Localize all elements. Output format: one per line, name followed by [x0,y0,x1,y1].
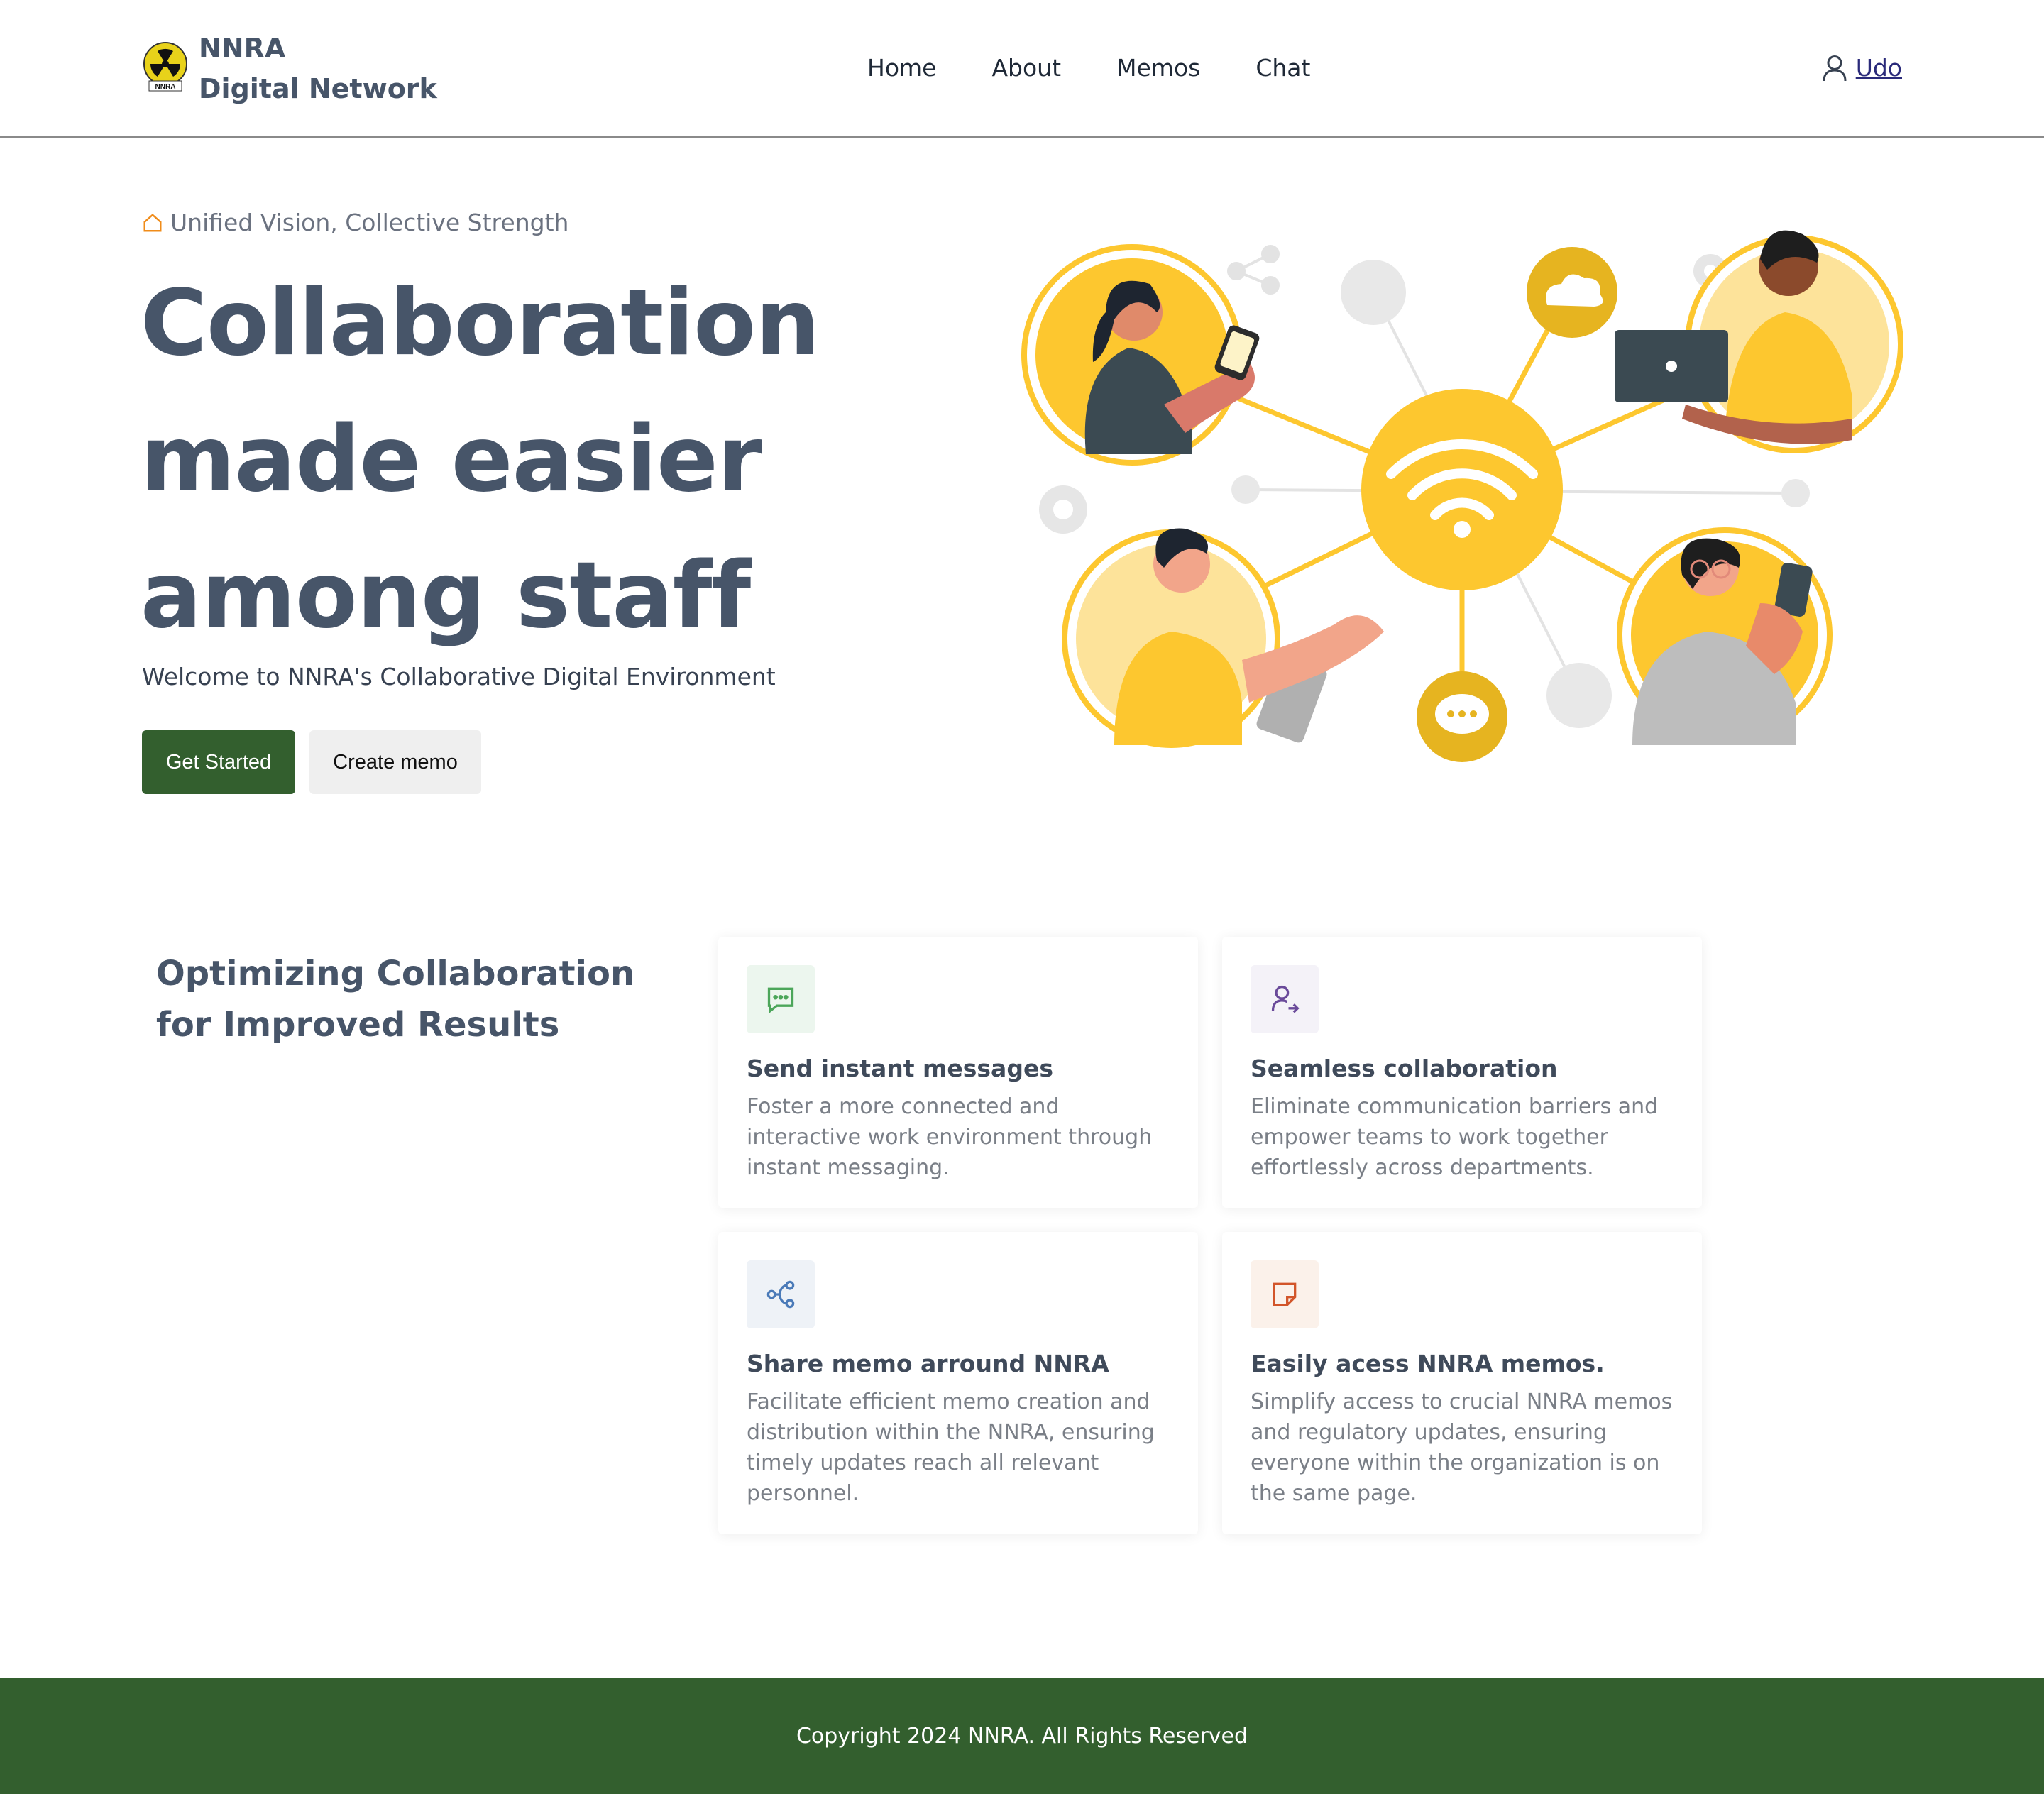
create-memo-button[interactable]: Create memo [309,730,481,794]
main-nav: Home About Memos Chat [867,51,1366,85]
welcome-text: Welcome to NNRA's Collaborative Digital … [142,663,776,690]
nav-memos[interactable]: Memos [1116,51,1200,85]
feature-description: Simplify access to crucial NNRA memos an… [1251,1389,1673,1506]
feature-description: Foster a more connected and interactive … [747,1094,1153,1180]
hero-title-line-1: Collaboration [141,270,820,376]
note-icon-badge [1251,1260,1319,1328]
message-icon [767,987,794,1013]
feature-card-messages: Send instant messages Foster a more conn… [718,937,1198,1208]
nav-about[interactable]: About [991,51,1061,85]
features-title: Optimizing Collaboration for Improved Re… [156,948,667,1050]
hero-title-line-3: among staff [141,543,751,649]
user-menu[interactable]: Udo [1822,51,1902,85]
feature-title: Easily acess NNRA memos. [1251,1350,1605,1377]
brand-name: NNRA [199,33,286,64]
message-icon-badge [747,965,815,1033]
share-icon [766,1280,795,1309]
features-title-line-1: Optimizing Collaboration [156,954,635,994]
note-icon [1273,1282,1297,1306]
feature-card-collaboration: Seamless collaboration Eliminate communi… [1222,937,1702,1208]
home-icon [143,213,162,231]
copyright-text: Copyright 2024 NNRA. All Rights Reserved [796,1723,1248,1749]
hero-title: Collaboration made easier among staff [141,255,957,664]
feature-description: Eliminate communication barriers and emp… [1251,1094,1659,1180]
site-header: NNRA NNRA Digital Network Home About Mem… [0,0,2044,138]
feature-title: Seamless collaboration [1251,1055,1558,1082]
logo-text: NNRA [155,83,176,91]
user-icon [1823,55,1847,82]
nav-home[interactable]: Home [867,51,936,85]
user-share-icon [1271,985,1300,1013]
features-title-line-2: for Improved Results [156,1005,560,1045]
site-footer: Copyright 2024 NNRA. All Rights Reserved [0,1678,2044,1794]
nnra-logo-icon: NNRA [143,42,187,92]
tagline-text: Unified Vision, Collective Strength [170,209,569,236]
feature-title: Share memo arround NNRA [747,1350,1109,1377]
user-share-icon-badge [1251,965,1319,1033]
feature-description: Facilitate efficient memo creation and d… [747,1389,1155,1506]
hero-title-line-2: made easier [141,407,762,512]
feature-card-access-memos: Easily acess NNRA memos. Simplify access… [1222,1232,1702,1534]
brand[interactable]: NNRA NNRA Digital Network [142,28,437,109]
hero-tagline: Unified Vision, Collective Strength [142,209,568,236]
collaboration-illustration [1021,230,1903,762]
get-started-button[interactable]: Get Started [142,730,295,794]
feature-title: Send instant messages [747,1055,1053,1082]
user-name-link[interactable]: Udo [1856,51,1902,85]
brand-subtitle: Digital Network [199,73,437,104]
feature-card-share-memo: Share memo arround NNRA Facilitate effic… [718,1232,1198,1534]
share-icon-badge [747,1260,815,1328]
nav-chat[interactable]: Chat [1255,51,1310,85]
